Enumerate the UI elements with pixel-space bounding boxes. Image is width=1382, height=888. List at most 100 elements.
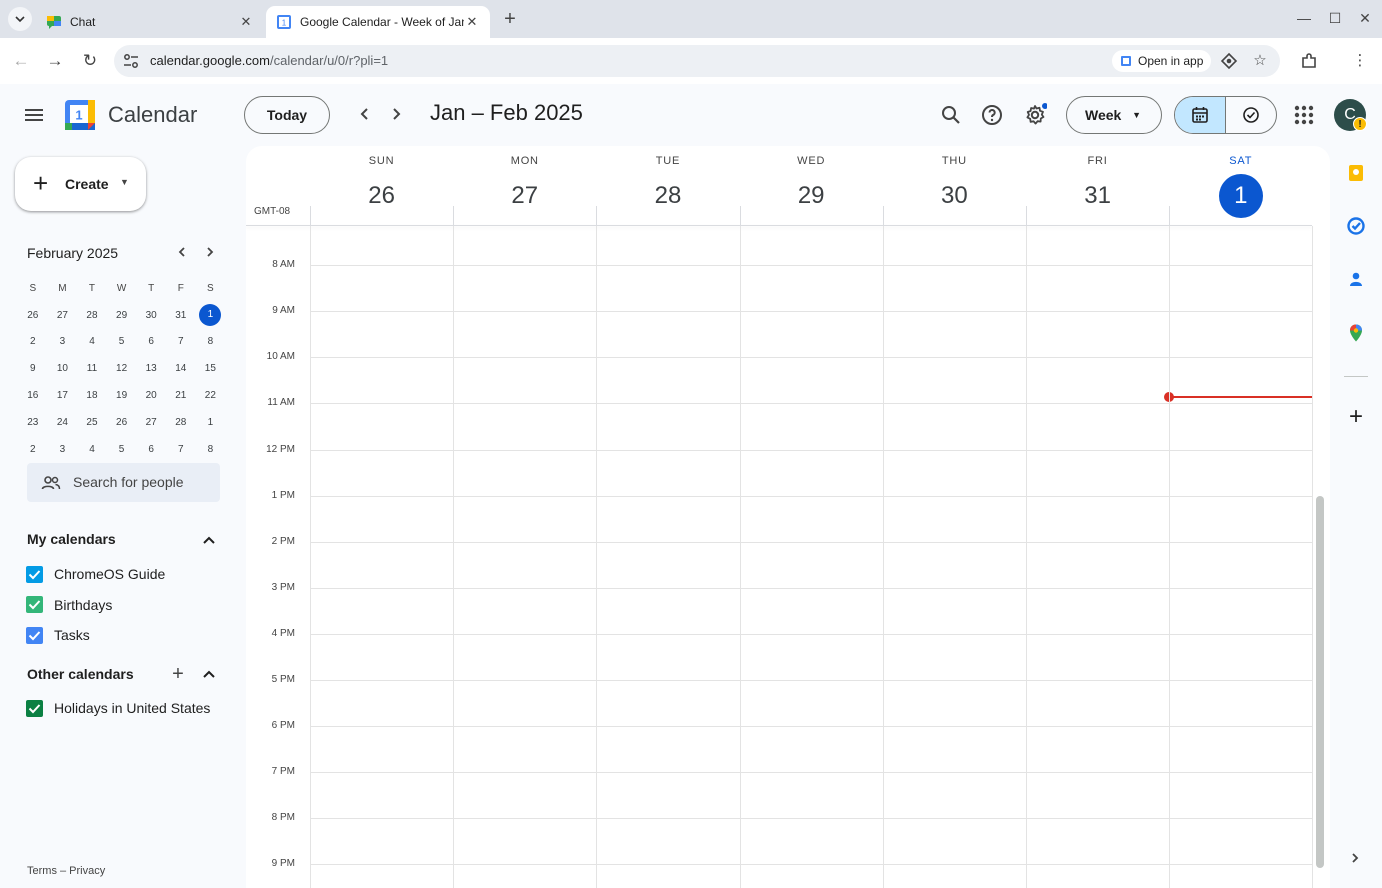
create-button[interactable]: + Create ▼	[15, 157, 146, 211]
extensions-icon[interactable]	[1300, 52, 1318, 70]
mini-day[interactable]: 21	[166, 390, 196, 401]
mini-next-month-button[interactable]	[202, 245, 218, 263]
checkbox[interactable]	[26, 699, 43, 717]
chevron-up-icon[interactable]	[201, 666, 217, 682]
mini-day[interactable]: 24	[48, 417, 78, 428]
mini-day[interactable]: 20	[136, 390, 166, 401]
calendar-checkbox-item[interactable]: Birthdays	[26, 594, 112, 616]
mini-day[interactable]: 15	[196, 363, 226, 374]
reload-icon[interactable]: ↻	[79, 50, 101, 72]
day-number[interactable]: 27	[503, 176, 547, 216]
new-tab-button[interactable]: +	[500, 9, 520, 29]
tasks-icon[interactable]	[1346, 216, 1366, 236]
more-vert-icon[interactable]: ⋮	[1351, 52, 1369, 70]
mini-day[interactable]: 2	[18, 444, 48, 455]
day-number[interactable]: 31	[1076, 176, 1120, 216]
checkbox[interactable]	[26, 596, 43, 613]
close-icon[interactable]: ✕	[464, 14, 480, 30]
mini-day[interactable]: 7	[166, 444, 196, 455]
day-number[interactable]: 28	[646, 176, 690, 216]
mini-day[interactable]: 17	[48, 390, 78, 401]
minimize-icon[interactable]: —	[1294, 10, 1314, 26]
calendar-checkbox-item[interactable]: Holidays in United States	[26, 697, 210, 719]
tasks-mode-button[interactable]	[1227, 97, 1276, 133]
chevron-up-icon[interactable]	[201, 532, 217, 548]
previous-week-button[interactable]	[355, 104, 375, 124]
get-addons-plus-icon[interactable]: +	[1345, 405, 1367, 429]
keep-icon[interactable]	[1346, 163, 1366, 183]
day-header[interactable]: FRI 31	[1026, 146, 1169, 224]
day-header[interactable]: TUE 28	[596, 146, 739, 224]
bookmark-star-icon[interactable]: ☆	[1251, 52, 1269, 70]
help-icon[interactable]	[980, 103, 1004, 127]
day-header[interactable]: SAT 1	[1169, 146, 1312, 224]
mini-day[interactable]: 26	[107, 417, 137, 428]
site-settings-icon[interactable]	[122, 52, 140, 70]
mini-day[interactable]: 26	[18, 310, 48, 321]
forward-arrow-icon[interactable]: →	[44, 50, 66, 72]
tab-chat[interactable]: Chat ✕	[36, 6, 264, 38]
mini-day[interactable]: 6	[136, 336, 166, 347]
day-number[interactable]: 29	[789, 176, 833, 216]
mini-day[interactable]: 29	[107, 310, 137, 321]
mini-day[interactable]: 14	[166, 363, 196, 374]
my-calendars-title[interactable]: My calendars	[27, 531, 116, 547]
mini-day[interactable]: 3	[48, 336, 78, 347]
mini-day[interactable]: 12	[107, 363, 137, 374]
mini-day[interactable]: 2	[18, 336, 48, 347]
next-week-button[interactable]	[386, 104, 406, 124]
calendar-mode-button[interactable]	[1175, 97, 1226, 133]
mini-day[interactable]: 22	[196, 390, 226, 401]
maps-icon[interactable]	[1346, 323, 1366, 343]
tab-calendar[interactable]: 1 Google Calendar - Week of January 26, …	[266, 6, 490, 38]
mini-prev-month-button[interactable]	[174, 245, 190, 263]
mini-day[interactable]: 13	[136, 363, 166, 374]
maximize-icon[interactable]: ☐	[1325, 10, 1345, 27]
mini-day[interactable]: 5	[107, 444, 137, 455]
mini-day[interactable]: 18	[77, 390, 107, 401]
mini-day[interactable]: 30	[136, 310, 166, 321]
mini-day[interactable]: 1	[196, 417, 226, 428]
side-panel-toggle[interactable]	[1348, 851, 1362, 868]
mini-day[interactable]: 19	[107, 390, 137, 401]
back-arrow-icon[interactable]: ←	[10, 50, 32, 72]
mini-day[interactable]: 28	[77, 310, 107, 321]
calendar-checkbox-item[interactable]: ChromeOS Guide	[26, 563, 165, 585]
search-icon[interactable]	[939, 103, 963, 127]
url-text[interactable]: calendar.google.com/calendar/u/0/r?pli=1	[150, 53, 388, 68]
mini-day[interactable]: 27	[48, 310, 78, 321]
mini-day[interactable]: 8	[196, 444, 226, 455]
contacts-icon[interactable]	[1346, 269, 1366, 289]
mini-day[interactable]: 27	[136, 417, 166, 428]
mini-day[interactable]: 8	[196, 336, 226, 347]
settings-gear-icon[interactable]	[1023, 103, 1047, 127]
day-number[interactable]: 1	[1218, 174, 1263, 218]
terms-privacy-link[interactable]: Terms – Privacy	[27, 865, 105, 877]
calendar-checkbox-item[interactable]: Tasks	[26, 624, 90, 646]
checkbox[interactable]	[26, 626, 43, 644]
mini-day[interactable]: 31	[166, 310, 196, 321]
mini-day[interactable]: 28	[166, 417, 196, 428]
search-people-input[interactable]: Search for people	[27, 463, 220, 502]
close-window-icon[interactable]: ✕	[1355, 10, 1375, 27]
scrollbar[interactable]	[1316, 496, 1324, 868]
mini-day[interactable]: 10	[48, 363, 78, 374]
tab-search-button[interactable]	[8, 7, 32, 31]
day-header[interactable]: SUN 26	[310, 146, 453, 224]
checkbox[interactable]	[26, 565, 43, 583]
day-header[interactable]: WED 29	[740, 146, 883, 224]
mini-day[interactable]: 25	[77, 417, 107, 428]
day-header[interactable]: MON 27	[453, 146, 596, 224]
add-other-calendar-icon[interactable]: +	[169, 664, 187, 684]
open-in-app-button[interactable]: Open in app	[1112, 50, 1212, 72]
address-bar[interactable]: calendar.google.com/calendar/u/0/r?pli=1…	[114, 45, 1280, 77]
mini-day[interactable]: 9	[18, 363, 48, 374]
calendar-logo[interactable]: 1	[64, 99, 96, 131]
mini-day[interactable]: 4	[77, 444, 107, 455]
view-switcher-button[interactable]: Week ▼	[1066, 96, 1162, 134]
mini-day[interactable]: 11	[77, 363, 107, 374]
today-button[interactable]: Today	[244, 96, 330, 134]
mini-day[interactable]: 7	[166, 336, 196, 347]
day-header[interactable]: THU 30	[883, 146, 1026, 224]
mini-day[interactable]: 3	[48, 444, 78, 455]
